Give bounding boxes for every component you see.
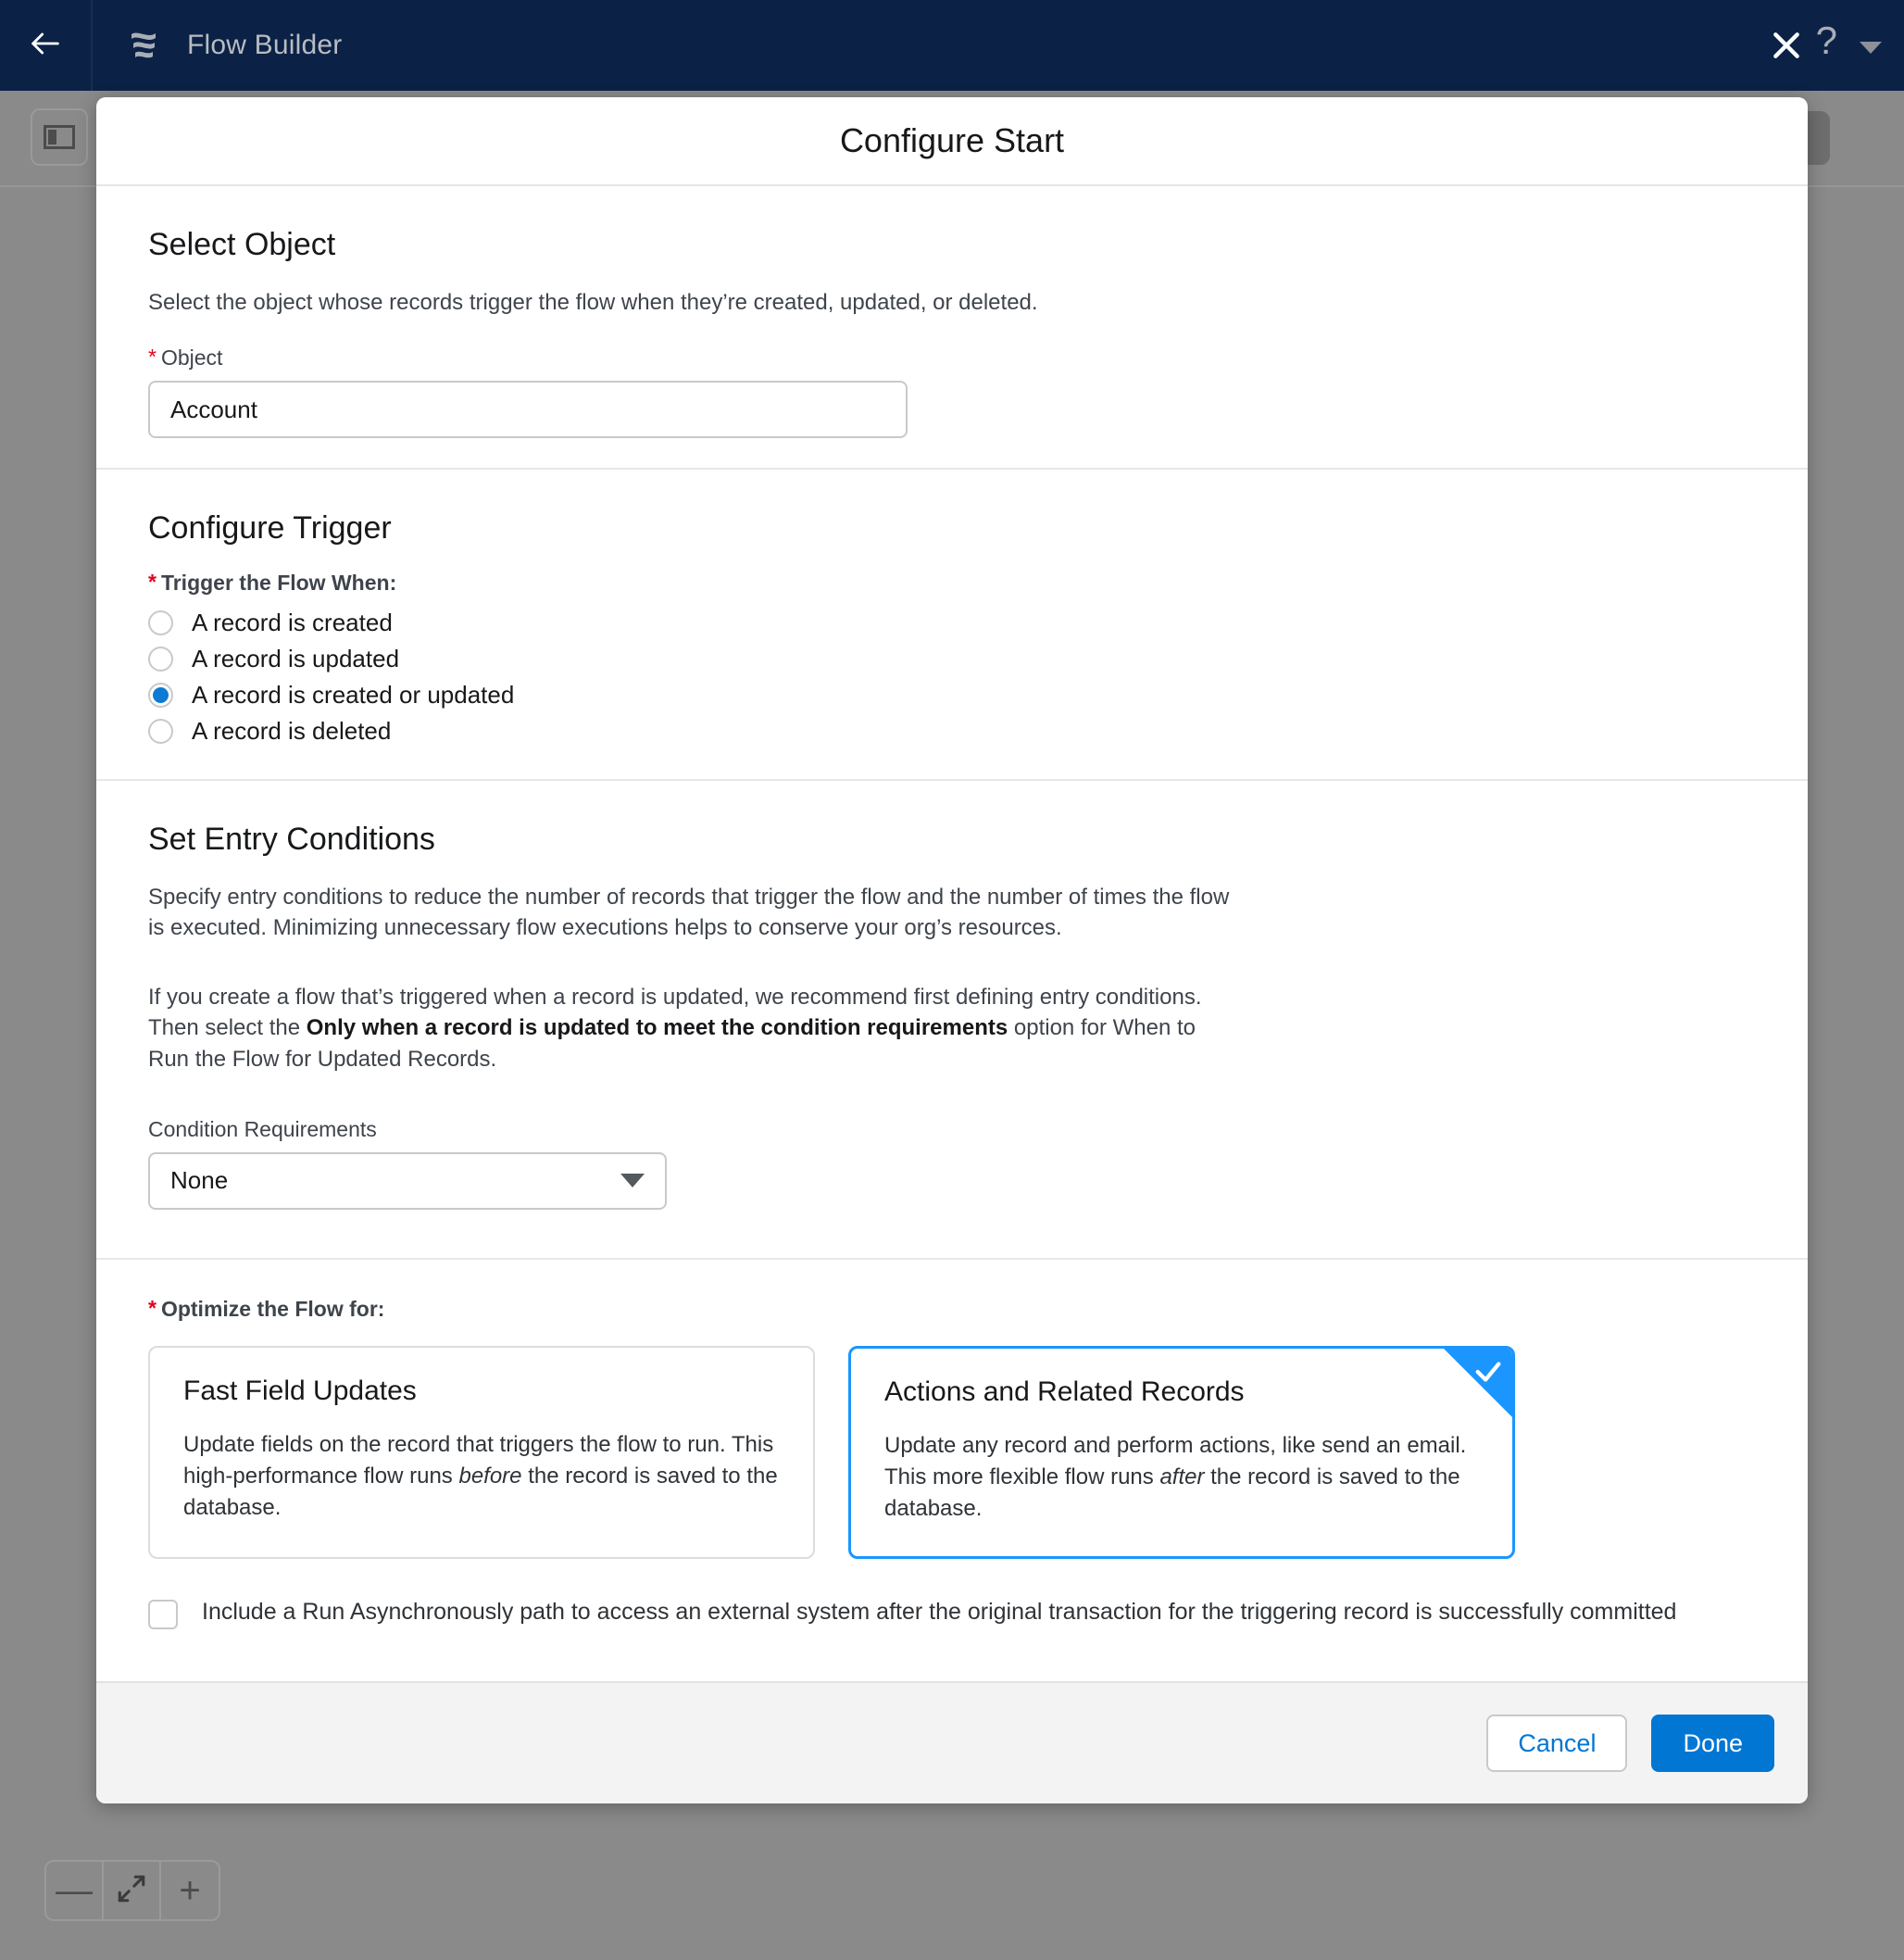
condition-requirements-value: None — [170, 1166, 228, 1195]
header-actions: ? — [1760, 0, 1882, 91]
flow-builder-logo-icon — [124, 26, 163, 65]
run-asynchronously-checkbox[interactable] — [148, 1600, 178, 1629]
radio-label: A record is updated — [192, 645, 399, 673]
run-asynchronously-label: Include a Run Asynchronously path to acc… — [202, 1596, 1676, 1629]
radio-icon — [148, 647, 173, 672]
flow-builder-app: Flow Builder ? ave — — [0, 0, 1904, 1960]
app-header: Flow Builder ? — [0, 0, 1904, 91]
card-description: Update any record and perform actions, l… — [884, 1430, 1479, 1525]
trigger-group-label-text: Trigger the Flow When: — [161, 571, 396, 596]
run-asynchronously-row[interactable]: Include a Run Asynchronously path to acc… — [148, 1596, 1756, 1629]
card-title: Fast Field Updates — [183, 1376, 780, 1407]
fit-to-view-icon — [116, 1873, 147, 1909]
required-asterisk: * — [148, 571, 157, 596]
modal-footer: Cancel Done — [96, 1681, 1808, 1803]
optimize-group-label: * Optimize the Flow for: — [148, 1297, 1756, 1322]
configure-trigger-section: Configure Trigger * Trigger the Flow Whe… — [96, 470, 1808, 779]
selected-check-badge — [1444, 1349, 1512, 1417]
optimize-cards: Fast Field Updates Update fields on the … — [148, 1346, 1756, 1559]
radio-icon-selected — [148, 683, 173, 708]
card-description: Update fields on the record that trigger… — [183, 1429, 780, 1524]
radio-icon — [148, 719, 173, 744]
zoom-in-button[interactable]: + — [161, 1862, 219, 1919]
help-icon[interactable]: ? — [1816, 21, 1841, 69]
modal-header: Configure Start — [96, 97, 1808, 186]
select-object-heading: Select Object — [148, 227, 1756, 263]
object-field-label: * Object — [148, 346, 1756, 371]
condition-requirements-label: Condition Requirements — [148, 1117, 1756, 1142]
chevron-down-icon — [620, 1174, 645, 1187]
modal-body: Select Object Select the object whose re… — [96, 186, 1808, 1681]
toggle-left-panel-button[interactable] — [31, 108, 88, 166]
back-button[interactable] — [0, 0, 93, 91]
optimize-card-fast-field-updates[interactable]: Fast Field Updates Update fields on the … — [148, 1346, 815, 1559]
configure-start-modal: Configure Start Select Object Select the… — [96, 97, 1808, 1803]
app-brand: Flow Builder — [93, 26, 342, 65]
arrow-left-icon — [27, 25, 64, 67]
radio-option-created[interactable]: A record is created — [148, 605, 1756, 641]
entry-conditions-heading: Set Entry Conditions — [148, 822, 1756, 858]
optimize-card-actions-and-related-records[interactable]: Actions and Related Records Update any r… — [848, 1346, 1515, 1559]
trigger-group-label: * Trigger the Flow When: — [148, 571, 1756, 596]
zoom-fit-button[interactable] — [104, 1862, 161, 1919]
configure-trigger-heading: Configure Trigger — [148, 510, 1756, 547]
card-desc-italic: before — [458, 1464, 521, 1489]
paragraph-2-bold: Only when a record is updated to meet th… — [307, 1015, 1008, 1040]
radio-option-created-or-updated[interactable]: A record is created or updated — [148, 677, 1756, 713]
radio-label: A record is created — [192, 609, 393, 637]
optimize-section: * Optimize the Flow for: Fast Field Upda… — [96, 1260, 1808, 1668]
app-title: Flow Builder — [187, 30, 342, 61]
entry-conditions-paragraph-2: If you create a flow that’s triggered wh… — [148, 982, 1241, 1074]
object-input[interactable]: Account — [148, 381, 908, 438]
condition-requirements-select[interactable]: None — [148, 1152, 667, 1210]
required-asterisk: * — [148, 1297, 157, 1322]
radio-option-deleted[interactable]: A record is deleted — [148, 713, 1756, 749]
select-object-description: Select the object whose records trigger … — [148, 287, 1241, 318]
radio-label: A record is deleted — [192, 717, 391, 746]
zoom-out-button[interactable]: — — [46, 1862, 104, 1919]
condition-requirements-field: Condition Requirements None — [148, 1117, 1756, 1210]
entry-conditions-section: Set Entry Conditions Specify entry condi… — [96, 781, 1808, 1258]
zoom-controls: — + — [44, 1860, 220, 1921]
required-asterisk: * — [148, 346, 157, 371]
chevron-down-icon[interactable] — [1860, 42, 1882, 54]
minus-icon: — — [56, 1872, 93, 1909]
card-title: Actions and Related Records — [884, 1376, 1479, 1408]
panel-toggle-icon — [44, 125, 75, 149]
modal-title: Configure Start — [840, 121, 1064, 160]
object-label-text: Object — [161, 346, 222, 371]
entry-conditions-paragraph-1: Specify entry conditions to reduce the n… — [148, 882, 1241, 943]
optimize-group-label-text: Optimize the Flow for: — [161, 1297, 385, 1322]
radio-label: A record is created or updated — [192, 681, 514, 710]
card-desc-italic: after — [1159, 1464, 1204, 1489]
close-icon[interactable] — [1760, 19, 1812, 71]
done-button[interactable]: Done — [1651, 1715, 1774, 1772]
cancel-button[interactable]: Cancel — [1486, 1715, 1627, 1772]
object-field: * Object Account — [148, 346, 1756, 438]
plus-icon: + — [179, 1872, 200, 1909]
select-object-section: Select Object Select the object whose re… — [96, 186, 1808, 468]
radio-option-updated[interactable]: A record is updated — [148, 641, 1756, 677]
radio-icon — [148, 610, 173, 635]
